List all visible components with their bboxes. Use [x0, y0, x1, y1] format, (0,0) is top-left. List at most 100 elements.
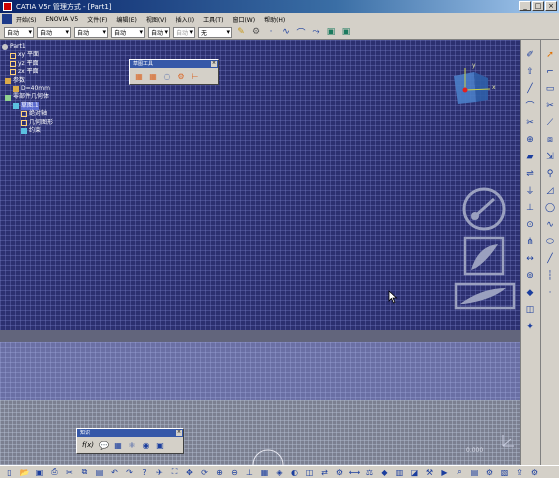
point-icon[interactable]: · [265, 26, 277, 38]
redo-icon[interactable]: ↷ [124, 467, 135, 478]
formula-button[interactable]: f(x) [80, 439, 96, 451]
spline-icon[interactable]: ∿ [280, 26, 292, 38]
groove-icon[interactable]: ⊥ [523, 201, 537, 214]
inertia-icon[interactable]: ⚖ [364, 467, 375, 478]
menu-file[interactable]: 文件(F) [87, 15, 107, 24]
line-icon[interactable]: ╱ [523, 82, 537, 95]
catalog-icon[interactable]: ▥ [394, 467, 405, 478]
tree-node-parameters[interactable]: 参数 [2, 77, 53, 85]
options-icon[interactable]: ⚙ [484, 467, 495, 478]
point-icon[interactable]: ✦ [523, 320, 537, 333]
design-table-icon[interactable]: ▦ [112, 439, 124, 451]
multi-view-icon[interactable]: ▦ [259, 467, 270, 478]
tree-node-part1[interactable]: Part1 [2, 43, 53, 51]
plane-icon[interactable]: ◫ [523, 303, 537, 316]
photo-icon[interactable]: ◪ [409, 467, 420, 478]
snap-to-point-icon[interactable]: ▦ [147, 70, 159, 82]
pan-icon[interactable]: ✥ [184, 467, 195, 478]
sketch-icon[interactable]: ✐ [523, 48, 537, 61]
circle-icon[interactable]: ◯ [543, 201, 557, 214]
menu-view[interactable]: 视图(V) [146, 15, 167, 24]
normal-view-icon[interactable]: ⊥ [244, 467, 255, 478]
document-icon[interactable] [2, 14, 12, 24]
transparency-select[interactable]: 自动 [37, 26, 71, 38]
loft-icon[interactable]: ◆ [523, 286, 537, 299]
grid-icon[interactable]: ▦ [133, 70, 145, 82]
analysis-icon[interactable]: ▣ [325, 26, 337, 38]
tree-node-part-body[interactable]: 零部件几何体 [2, 93, 53, 101]
point-symbol-select[interactable]: 自动 [148, 26, 170, 38]
construction-element-icon[interactable]: ◌ [161, 70, 173, 82]
tree-node-constraints[interactable]: 约束 [2, 127, 53, 135]
check-analysis-icon[interactable]: ◉ [140, 439, 152, 451]
constraint-icon[interactable]: ⊕ [523, 133, 537, 146]
mirror-icon[interactable]: ⧈ [543, 133, 557, 146]
exit-workbench-icon[interactable]: ⇧ [523, 65, 537, 78]
menu-enovia[interactable]: ENOVIA V5 [46, 16, 79, 23]
arc-icon[interactable]: ⌒ [523, 99, 537, 112]
tree-node-absolute-axis[interactable]: 绝对轴 [2, 110, 53, 118]
close-button[interactable]: × [545, 1, 557, 11]
maximize-button[interactable]: □ [532, 1, 544, 11]
knowledge-close-button[interactable]: × [176, 430, 182, 436]
menu-tools[interactable]: 工具(T) [203, 15, 223, 24]
cut-icon[interactable]: ✂ [523, 116, 537, 129]
macro-icon[interactable]: ▶ [439, 467, 450, 478]
hole-icon[interactable]: ⊙ [523, 218, 537, 231]
law-icon[interactable]: ⚛ [126, 439, 138, 451]
project-icon[interactable]: ⇲ [543, 150, 557, 163]
sketch-tools-toolbar[interactable]: 草图工具 × ▦ ▦ ◌ ⚙ ⊢ [129, 59, 219, 85]
measure-icon[interactable]: ⟷ [349, 467, 360, 478]
tree-node-geometry[interactable]: 几何图形 [2, 119, 53, 127]
swap-space-icon[interactable]: ⇄ [319, 467, 330, 478]
menu-edit[interactable]: 编辑(E) [116, 15, 136, 24]
rotate-icon[interactable]: ⟳ [199, 467, 210, 478]
spline-icon[interactable]: ∿ [543, 218, 557, 231]
fit-all-icon[interactable]: ⛶ [169, 467, 180, 478]
tree-node-sketch[interactable]: 草图.1 [2, 101, 53, 111]
zoom-icon[interactable] [462, 236, 506, 276]
settings-icon[interactable]: ⚙ [529, 467, 540, 478]
select-arrow-icon[interactable]: ➚ [543, 48, 557, 61]
connect-icon[interactable]: ⌒ [295, 26, 307, 39]
trim-icon[interactable]: ✂ [543, 99, 557, 112]
menu-window[interactable]: 窗口(W) [232, 15, 255, 24]
slot-icon[interactable]: ↔ [523, 252, 537, 265]
fit-all-icon[interactable] [454, 282, 516, 310]
tree-node-zx-plane[interactable]: zx 平面 [2, 68, 53, 76]
rectangle-icon[interactable]: ▭ [543, 82, 557, 95]
help-icon[interactable]: ? [139, 467, 150, 478]
pocket-icon[interactable]: ⇌ [523, 167, 537, 180]
intersect-icon[interactable]: ⚲ [543, 167, 557, 180]
zoom-out-icon[interactable]: ⊖ [229, 467, 240, 478]
undo-icon[interactable]: ↶ [109, 467, 120, 478]
print-icon[interactable]: ⎙ [49, 467, 60, 478]
rib-icon[interactable]: ⋔ [523, 235, 537, 248]
check-icon[interactable]: ▣ [340, 26, 352, 38]
sketch-tools-close-button[interactable]: × [211, 61, 217, 67]
new-icon[interactable]: ▯ [4, 467, 15, 478]
rendering-style-select[interactable]: 自动 [173, 26, 195, 38]
equivalent-icon[interactable]: ▣ [154, 439, 166, 451]
save-icon[interactable]: ▣ [34, 467, 45, 478]
line-type-select[interactable]: 自动 [111, 26, 145, 38]
dimensional-constraints-icon[interactable]: ⊢ [189, 70, 201, 82]
iso-view-icon[interactable]: ◈ [274, 467, 285, 478]
tools-icon[interactable]: ⚒ [424, 467, 435, 478]
zoom-in-icon[interactable]: ⊕ [214, 467, 225, 478]
stiffener-icon[interactable]: ⊚ [523, 269, 537, 282]
profile-icon[interactable]: ⌐ [543, 65, 557, 78]
shading-icon[interactable]: ◐ [289, 467, 300, 478]
cut-icon[interactable]: ✂ [64, 467, 75, 478]
curve-icon[interactable]: ⤳ [310, 26, 322, 38]
specification-tree[interactable]: Part1 xy 平面 yz 平面 zx 平面 参数 D=40mm 零部件几何体… [2, 43, 53, 135]
point-2-icon[interactable]: · [543, 286, 557, 299]
3d-viewport[interactable]: y x [0, 40, 520, 465]
tree-node-xy-plane[interactable]: xy 平面 [2, 51, 53, 59]
format-painter-icon[interactable]: ✎ [235, 26, 247, 38]
corner-icon[interactable]: ◿ [543, 184, 557, 197]
fly-mode-icon[interactable]: ✈ [154, 467, 165, 478]
menu-start[interactable]: 开始(S) [16, 15, 37, 24]
apply-material-icon[interactable]: ◆ [379, 467, 390, 478]
chamfer-icon[interactable]: ⟋ [543, 116, 557, 129]
